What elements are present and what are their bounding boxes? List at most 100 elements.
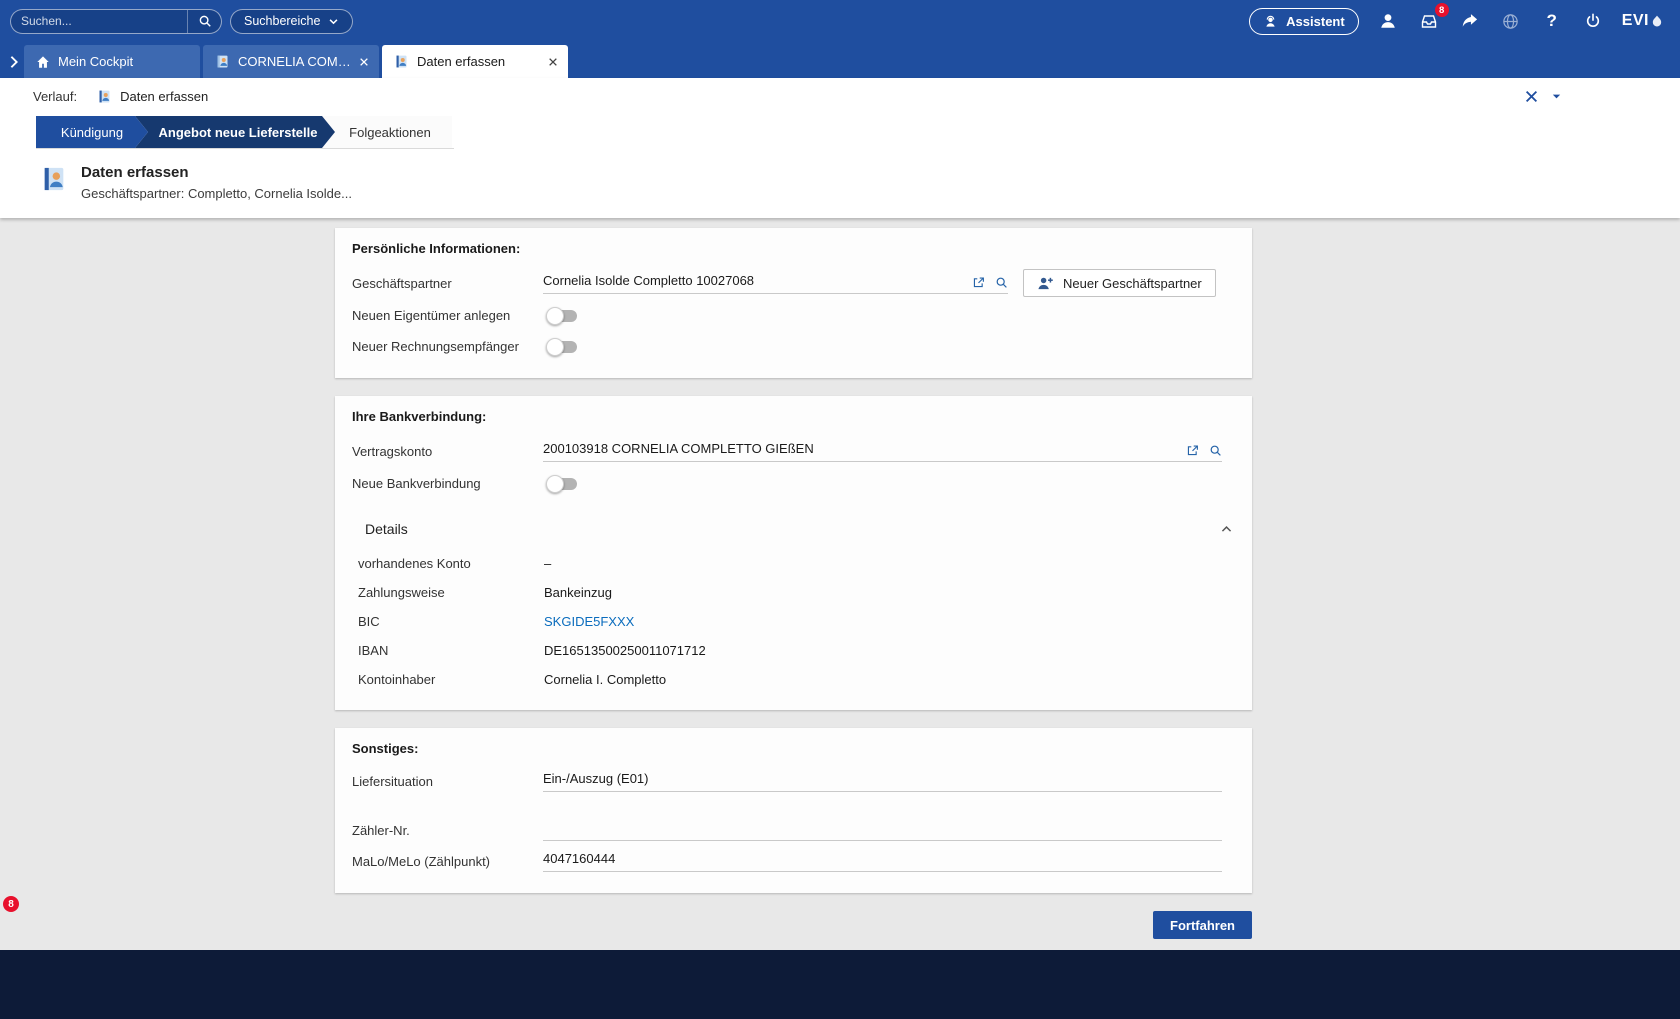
detail-label: BIC — [358, 614, 544, 629]
wizard-step-label: Kündigung — [61, 125, 123, 140]
page-head-area: Verlauf: Daten erfassen — [0, 78, 1680, 218]
tab-close-icon[interactable] — [548, 57, 558, 67]
inbox-button[interactable]: 8 — [1417, 9, 1441, 33]
meter-field[interactable] — [543, 820, 1222, 841]
other-card: Sonstiges: Liefersituation Ein-/Auszug (… — [335, 728, 1252, 893]
history-close-icon[interactable] — [1525, 90, 1538, 103]
forward-arrow-icon — [1460, 12, 1479, 31]
chevron-right-icon — [8, 55, 20, 69]
delivery-value: Ein-/Auszug (E01) — [543, 771, 1222, 787]
malo-label: MaLo/MeLo (Zählpunkt) — [352, 854, 543, 869]
bank-title: Ihre Bankverbindung: — [352, 409, 1235, 424]
meter-row: Zähler-Nr. — [352, 815, 1235, 846]
malo-value: 4047160444 — [543, 851, 1222, 867]
page-title: Daten erfassen — [81, 164, 352, 181]
new-partner-button[interactable]: Neuer Geschäftspartner — [1023, 269, 1216, 297]
search-button[interactable] — [187, 10, 221, 33]
notification-badge[interactable]: 8 — [3, 896, 19, 912]
toggle-knob — [546, 307, 564, 325]
malo-field[interactable]: 4047160444 — [543, 851, 1222, 872]
contract-account-field-icons — [1186, 444, 1222, 457]
tab-cornelia-completto[interactable]: CORNELIA COMPLET... — [203, 45, 379, 78]
evi-flame-icon — [1652, 15, 1662, 28]
global-search — [10, 9, 222, 34]
help-button[interactable]: ? — [1540, 9, 1564, 33]
wizard-step-folgeaktionen[interactable]: Folgeaktionen — [322, 116, 452, 148]
detail-row: BIC SKGIDE5FXXX — [358, 607, 1235, 636]
assistant-icon — [1263, 14, 1278, 29]
tab-daten-erfassen[interactable]: Daten erfassen — [382, 45, 568, 78]
tab-mein-cockpit[interactable]: Mein Cockpit — [24, 45, 200, 78]
contact-book-icon — [97, 89, 112, 104]
chevron-down-icon — [328, 16, 339, 27]
toggle-knob — [546, 338, 564, 356]
partner-field-icons — [972, 276, 1008, 289]
partner-value: Cornelia Isolde Completto 10027068 — [543, 273, 972, 289]
partner-label: Geschäftspartner — [352, 276, 543, 291]
page-header-text: Daten erfassen Geschäftspartner: Complet… — [81, 164, 352, 201]
partner-row: Geschäftspartner Cornelia Isolde Complet… — [352, 266, 1235, 300]
detail-value: – — [544, 556, 551, 571]
detail-label: Kontoinhaber — [358, 672, 544, 687]
history-item[interactable]: Daten erfassen — [97, 89, 208, 104]
wizard-step-kuendigung[interactable]: Kündigung — [36, 116, 148, 148]
assistant-button[interactable]: Assistent — [1249, 8, 1359, 35]
search-input[interactable] — [11, 14, 187, 28]
user-button[interactable] — [1376, 9, 1400, 33]
detail-value: DE16513500250011071712 — [544, 643, 706, 658]
external-link-icon[interactable] — [1186, 444, 1199, 457]
detail-row: vorhandenes Konto – — [358, 549, 1235, 578]
history-actions — [1525, 78, 1562, 114]
logout-button[interactable] — [1581, 9, 1605, 33]
malo-row: MaLo/MeLo (Zählpunkt) 4047160444 — [352, 846, 1235, 877]
contact-book-icon — [394, 54, 409, 69]
detail-label: Zahlungsweise — [358, 585, 544, 600]
form-actions: Fortfahren — [335, 911, 1252, 939]
contract-account-row: Vertragskonto 200103918 CORNELIA COMPLET… — [352, 434, 1235, 468]
history-caret-icon[interactable] — [1551, 91, 1562, 102]
chevron-up-icon[interactable] — [1220, 523, 1233, 536]
inbox-badge: 8 — [1435, 3, 1449, 17]
search-icon — [198, 14, 212, 28]
contract-account-field[interactable]: 200103918 CORNELIA COMPLETTO GIEßEN — [543, 441, 1222, 462]
contact-book-icon — [40, 165, 68, 193]
search-icon[interactable] — [1209, 444, 1222, 457]
tab-label: Daten erfassen — [417, 54, 540, 69]
details-header[interactable]: Details — [365, 521, 1235, 537]
user-icon — [1379, 12, 1397, 30]
delivery-label: Liefersituation — [352, 774, 543, 789]
tab-label: CORNELIA COMPLET... — [238, 54, 351, 69]
history-label: Verlauf: — [33, 89, 77, 104]
assistant-label: Assistent — [1286, 14, 1345, 29]
personal-info-card: Persönliche Informationen: Geschäftspart… — [335, 228, 1252, 378]
meter-value — [543, 820, 1222, 836]
tab-close-icon[interactable] — [359, 57, 369, 67]
tab-overflow-chevron[interactable] — [4, 45, 24, 78]
form-column: Persönliche Informationen: Geschäftspart… — [335, 228, 1252, 939]
topbar: Suchbereiche Assistent — [0, 0, 1680, 42]
continue-button[interactable]: Fortfahren — [1153, 911, 1252, 939]
partner-field[interactable]: Cornelia Isolde Completto 10027068 — [543, 273, 1008, 294]
forward-button[interactable] — [1458, 9, 1482, 33]
detail-row: IBAN DE16513500250011071712 — [358, 636, 1235, 665]
external-link-icon[interactable] — [972, 276, 985, 289]
detail-label: vorhandenes Konto — [358, 556, 544, 571]
tabbar: Mein Cockpit CORNELIA COMPLET... Daten e… — [0, 42, 1680, 78]
delivery-field[interactable]: Ein-/Auszug (E01) — [543, 771, 1222, 792]
toggle-knob — [546, 475, 564, 493]
new-bank-label: Neue Bankverbindung — [352, 476, 543, 491]
new-owner-toggle[interactable] — [548, 310, 577, 322]
new-payer-toggle[interactable] — [548, 341, 577, 353]
history-item-label: Daten erfassen — [120, 89, 208, 104]
globe-button[interactable] — [1499, 9, 1523, 33]
wizard-step-angebot[interactable]: Angebot neue Lieferstelle — [135, 116, 335, 148]
search-scopes-button[interactable]: Suchbereiche — [230, 9, 353, 34]
details-label: Details — [365, 521, 408, 537]
topbar-actions: Assistent 8 — [1249, 8, 1670, 35]
bic-link[interactable]: SKGIDE5FXXX — [544, 614, 634, 629]
page-header: Daten erfassen Geschäftspartner: Complet… — [0, 149, 1680, 218]
new-bank-toggle[interactable] — [548, 478, 577, 490]
search-icon[interactable] — [995, 276, 1008, 289]
app-window: Suchbereiche Assistent — [0, 0, 1680, 950]
detail-value: Cornelia I. Completto — [544, 672, 666, 687]
